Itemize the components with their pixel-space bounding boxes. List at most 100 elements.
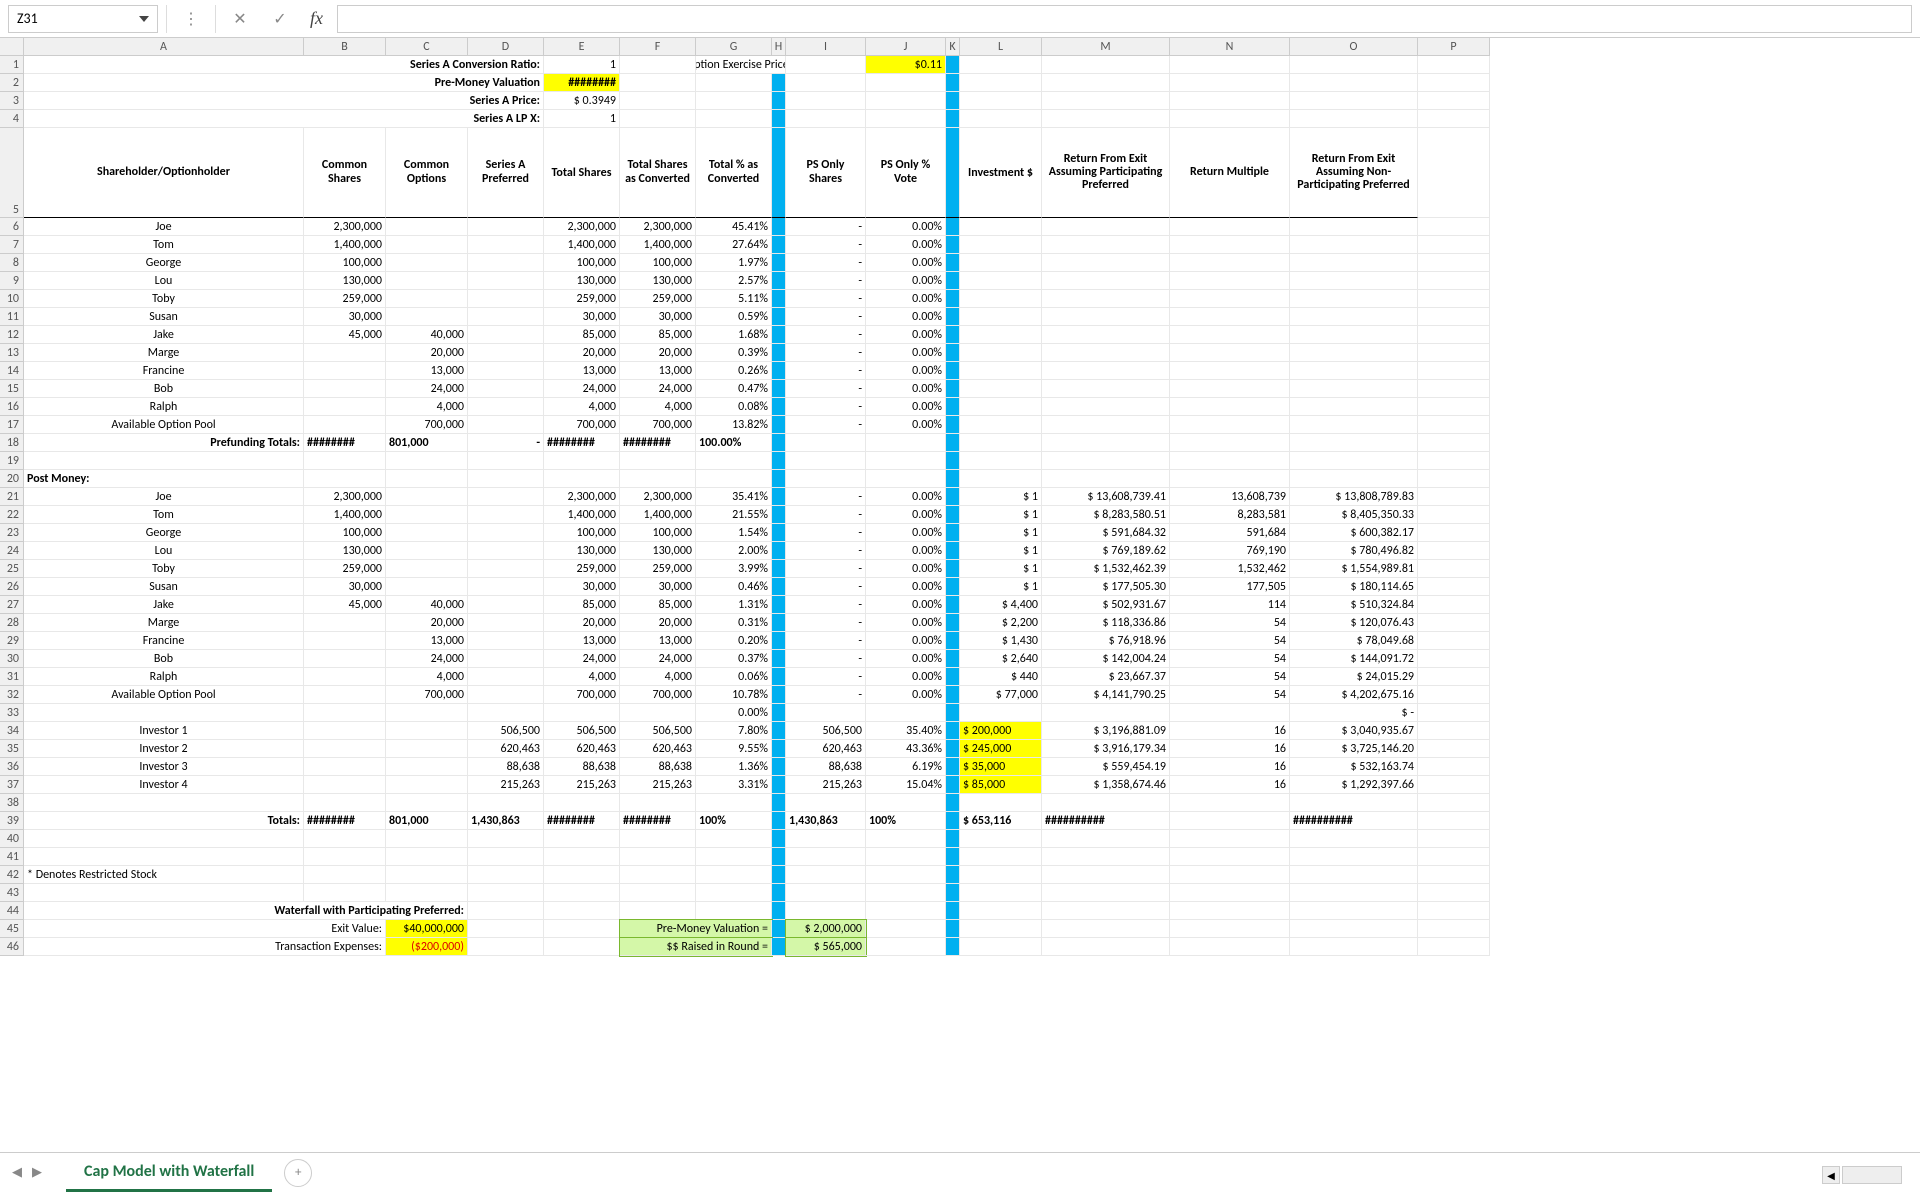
cell-I21[interactable]: -	[786, 488, 866, 506]
cell-B39[interactable]: ########	[304, 812, 386, 830]
cell-A21[interactable]: Joe	[24, 488, 304, 506]
row-header-33[interactable]: 33	[0, 704, 24, 722]
cell-O26[interactable]: $ 180,114.65	[1290, 578, 1418, 596]
cell-O31[interactable]: $ 24,015.29	[1290, 668, 1418, 686]
cell-L12[interactable]	[960, 326, 1042, 344]
cell-O20[interactable]	[1290, 470, 1418, 488]
cell-K7[interactable]	[946, 236, 960, 254]
cell-D32[interactable]	[468, 686, 544, 704]
row-header-31[interactable]: 31	[0, 668, 24, 686]
cell-G3[interactable]	[696, 92, 772, 110]
cell-H8[interactable]	[772, 254, 786, 272]
cell-I23[interactable]: -	[786, 524, 866, 542]
cell-D42[interactable]	[468, 866, 544, 884]
cell-J1[interactable]: $0.11	[866, 56, 946, 74]
cell-E21[interactable]: 2,300,000	[544, 488, 620, 506]
cell-I34[interactable]: 506,500	[786, 722, 866, 740]
cell-J4[interactable]	[866, 110, 946, 128]
cell-P41[interactable]	[1418, 848, 1490, 866]
cell-O37[interactable]: $ 1,292,397.66	[1290, 776, 1418, 794]
cell-F12[interactable]: 85,000	[620, 326, 696, 344]
cell-D39[interactable]: 1,430,863	[468, 812, 544, 830]
cell-D36[interactable]: 88,638	[468, 758, 544, 776]
cell-N46[interactable]	[1170, 938, 1290, 956]
spreadsheet-grid[interactable]: ABCDEFGHIJKLMNOP1Series A Conversion Rat…	[0, 38, 1920, 1152]
table-header-O[interactable]: Return From Exit Assuming Non-Participat…	[1290, 128, 1418, 218]
cell-P20[interactable]	[1418, 470, 1490, 488]
cell-I25[interactable]: -	[786, 560, 866, 578]
cell-O23[interactable]: $ 600,382.17	[1290, 524, 1418, 542]
cell-G43[interactable]	[696, 884, 772, 902]
cell-M34[interactable]: $ 3,196,881.09	[1042, 722, 1170, 740]
cell-I2[interactable]	[786, 74, 866, 92]
cell-E3[interactable]: $ 0.3949	[544, 92, 620, 110]
cell-N26[interactable]: 177,505	[1170, 578, 1290, 596]
cell-C45[interactable]: $40,000,000	[386, 920, 468, 938]
cell-K2[interactable]	[946, 74, 960, 92]
cell-D38[interactable]	[468, 794, 544, 812]
cell-P2[interactable]	[1418, 74, 1490, 92]
cell-K30[interactable]	[946, 650, 960, 668]
cell-G7[interactable]: 27.64%	[696, 236, 772, 254]
cell-M43[interactable]	[1042, 884, 1170, 902]
cell-I33[interactable]	[786, 704, 866, 722]
cell-M11[interactable]	[1042, 308, 1170, 326]
cell-G30[interactable]: 0.37%	[696, 650, 772, 668]
table-header-D[interactable]: Series A Preferred	[468, 128, 544, 218]
cell-L45[interactable]	[960, 920, 1042, 938]
cell-G38[interactable]	[696, 794, 772, 812]
cell-H21[interactable]	[772, 488, 786, 506]
cell-B8[interactable]: 100,000	[304, 254, 386, 272]
cell-O45[interactable]	[1290, 920, 1418, 938]
cell-K40[interactable]	[946, 830, 960, 848]
cell-N3[interactable]	[1170, 92, 1290, 110]
cell-K17[interactable]	[946, 416, 960, 434]
table-header-K[interactable]	[946, 128, 960, 218]
cell-F11[interactable]: 30,000	[620, 308, 696, 326]
cell-I15[interactable]: -	[786, 380, 866, 398]
cell-N45[interactable]	[1170, 920, 1290, 938]
cell-N8[interactable]	[1170, 254, 1290, 272]
cell-L19[interactable]	[960, 452, 1042, 470]
row-header-14[interactable]: 14	[0, 362, 24, 380]
cell-F16[interactable]: 4,000	[620, 398, 696, 416]
cell-L17[interactable]	[960, 416, 1042, 434]
cell-E20[interactable]	[544, 470, 620, 488]
cell-H17[interactable]	[772, 416, 786, 434]
cell-J10[interactable]: 0.00%	[866, 290, 946, 308]
cell-M10[interactable]	[1042, 290, 1170, 308]
cell-B38[interactable]	[304, 794, 386, 812]
cell-K19[interactable]	[946, 452, 960, 470]
row-header-4[interactable]: 4	[0, 110, 24, 128]
cell-P40[interactable]	[1418, 830, 1490, 848]
cell-O18[interactable]	[1290, 434, 1418, 452]
cell-O41[interactable]	[1290, 848, 1418, 866]
cell-F7[interactable]: 1,400,000	[620, 236, 696, 254]
cell-J34[interactable]: 35.40%	[866, 722, 946, 740]
cell-N6[interactable]	[1170, 218, 1290, 236]
cell-N44[interactable]	[1170, 902, 1290, 920]
cell-P46[interactable]	[1418, 938, 1490, 956]
cell-C26[interactable]	[386, 578, 468, 596]
table-header-M[interactable]: Return From Exit Assuming Participating …	[1042, 128, 1170, 218]
cell-A36[interactable]: Investor 3	[24, 758, 304, 776]
cell-I35[interactable]: 620,463	[786, 740, 866, 758]
cell-H25[interactable]	[772, 560, 786, 578]
table-header-A[interactable]: Shareholder/Optionholder	[24, 128, 304, 218]
formula-input[interactable]	[337, 5, 1912, 33]
cell-E6[interactable]: 2,300,000	[544, 218, 620, 236]
cell-H39[interactable]	[772, 812, 786, 830]
cell-C8[interactable]	[386, 254, 468, 272]
cell-A30[interactable]: Bob	[24, 650, 304, 668]
cell-N2[interactable]	[1170, 74, 1290, 92]
cell-A44[interactable]: Waterfall with Participating Preferred:	[24, 902, 468, 920]
cell-N24[interactable]: 769,190	[1170, 542, 1290, 560]
cell-E15[interactable]: 24,000	[544, 380, 620, 398]
cell-H4[interactable]	[772, 110, 786, 128]
cell-D10[interactable]	[468, 290, 544, 308]
cell-H43[interactable]	[772, 884, 786, 902]
cell-N41[interactable]	[1170, 848, 1290, 866]
cell-K13[interactable]	[946, 344, 960, 362]
cell-M4[interactable]	[1042, 110, 1170, 128]
cell-H38[interactable]	[772, 794, 786, 812]
